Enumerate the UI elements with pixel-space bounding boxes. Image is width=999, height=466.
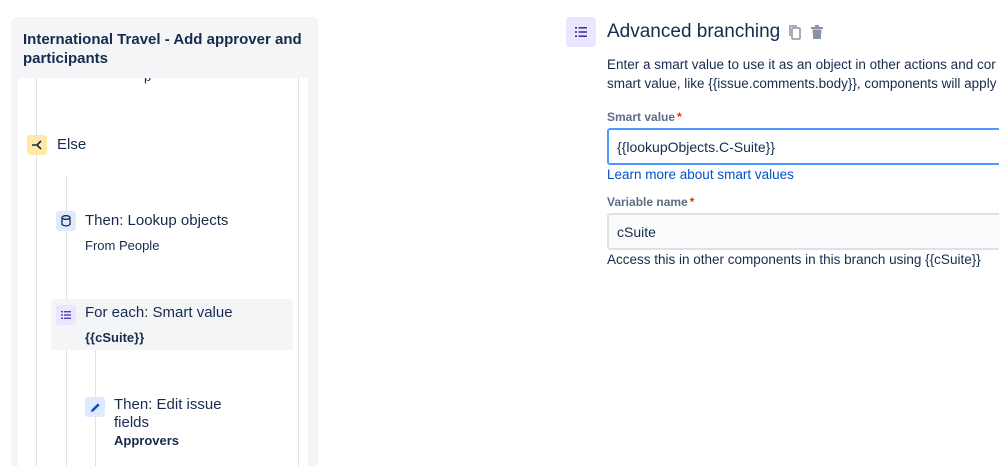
cut-off-text: p (144, 78, 151, 84)
variable-name-help-text: Access this in other components in this … (607, 252, 981, 267)
rule-canvas[interactable]: p Else Then: Lookup objects From (18, 78, 308, 466)
lookup-title: Then: Lookup objects (85, 212, 229, 229)
database-icon (56, 211, 76, 231)
edit-subtitle: Approvers (114, 433, 180, 448)
required-mark: * (677, 110, 682, 124)
edit-issue-step[interactable]: Then: Edit issue fields Approvers (18, 393, 288, 453)
config-title: Advanced branching (607, 21, 781, 42)
variable-name-input[interactable] (607, 213, 999, 250)
variable-name-label: Variable name * (607, 195, 695, 209)
required-mark: * (689, 195, 695, 209)
lookup-subtitle: From People (85, 238, 160, 253)
smart-value-label: Smart value * (607, 110, 682, 124)
trash-icon[interactable] (809, 24, 825, 40)
branch-icon (27, 135, 47, 155)
edit-title-line2: fields (114, 414, 150, 431)
foreach-subtitle: {{cSuite}} (85, 330, 145, 345)
copy-icon[interactable] (787, 24, 803, 40)
description-line: smart value, like {{issue.comments.body}… (607, 76, 997, 91)
edit-title-line1: Then: Edit issue (114, 396, 222, 413)
rule-title: International Travel - Add approver and … (23, 31, 302, 67)
config-description: Enter a smart value to use it as an obje… (607, 55, 999, 93)
smart-value-input[interactable] (607, 128, 999, 165)
description-line: Enter a smart value to use it as an obje… (607, 57, 996, 72)
lookup-step[interactable]: Then: Lookup objects From People (18, 208, 288, 258)
else-step[interactable]: Else (18, 128, 288, 158)
foreach-title: For each: Smart value (85, 304, 233, 321)
else-label: Else (57, 136, 87, 153)
canvas-scrollbar[interactable] (298, 78, 299, 466)
smart-values-help-link[interactable]: Learn more about smart values (607, 166, 794, 183)
pencil-icon (85, 397, 105, 417)
list-icon (566, 17, 596, 47)
list-icon (56, 305, 76, 325)
rule-panel: International Travel - Add approver and … (11, 17, 318, 466)
